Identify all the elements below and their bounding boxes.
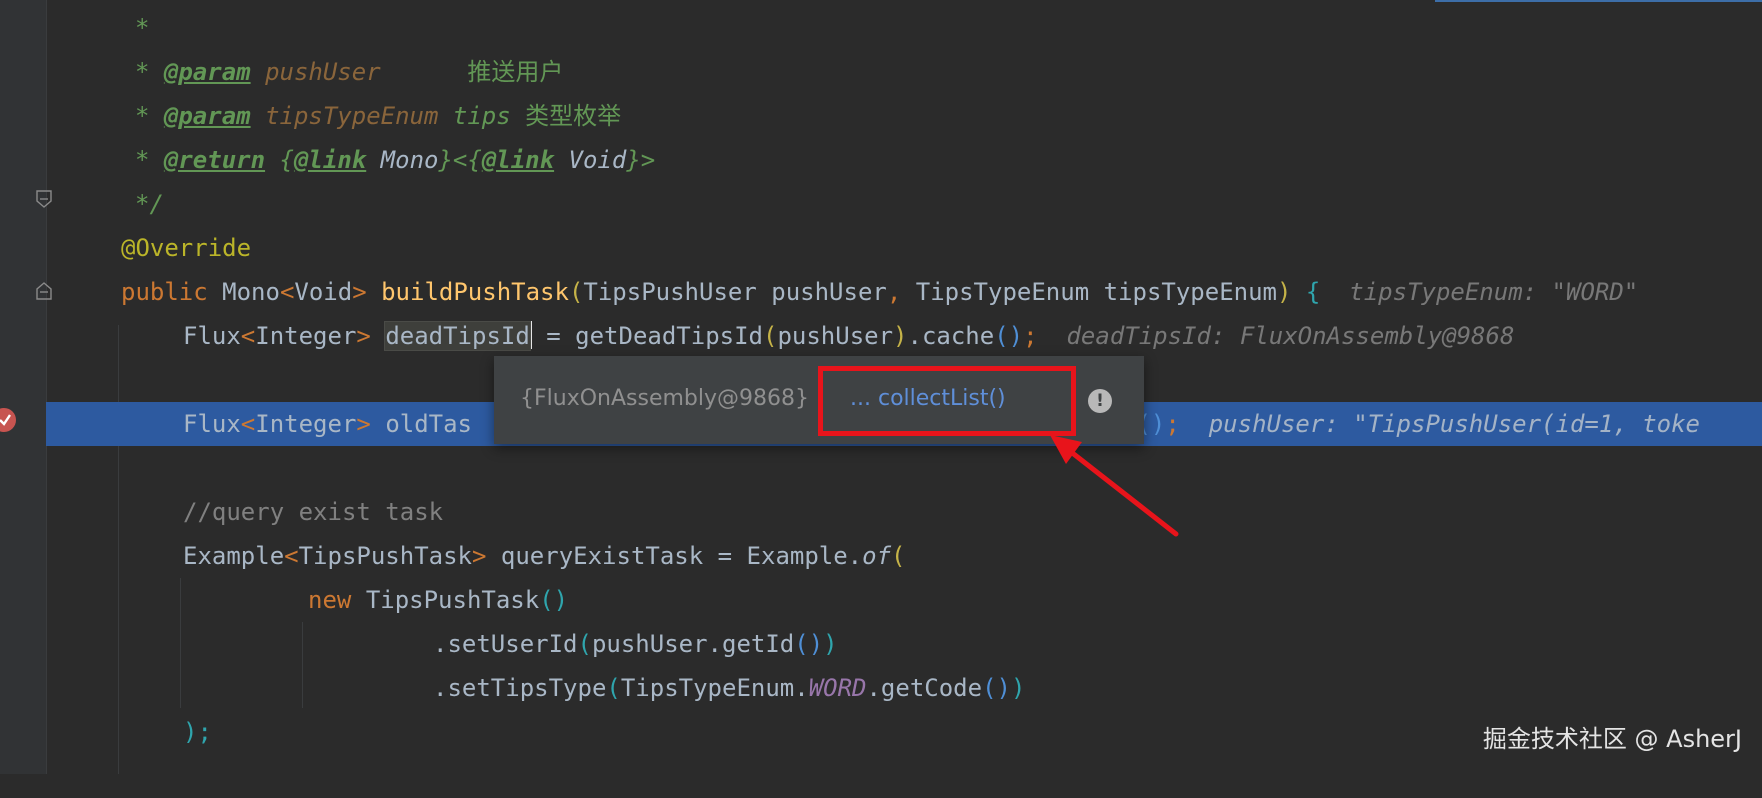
inline-debug-value: deadTipsId: FluxOnAssembly@9868 [1066,322,1515,350]
keyword-new: new [308,586,352,614]
type-name: Integer [255,322,357,350]
paren: () [539,586,569,614]
info-icon[interactable]: ! [1088,389,1112,413]
variable-under-cursor[interactable]: deadTipsId [384,321,531,351]
top-accent-bar [1435,0,1762,2]
method-call: .getCode [866,674,983,702]
static-method: of [862,542,892,570]
paren: ( [568,278,584,306]
closing-paren: ); [183,718,212,746]
type-name: Example [183,542,285,570]
method-call: .setTipsType [433,674,607,702]
javadoc-star: * [135,146,164,174]
type-name: Flux [183,410,241,438]
javadoc-star: * [135,58,164,86]
type-name: TipsTypeEnum [915,278,1090,306]
javadoc-description: tips [452,102,511,130]
variable-name: oldTas [385,410,473,438]
generic-bracket: > [356,410,371,438]
type-name: TipsPushUser [583,278,757,306]
assignment-expression: queryExistTask = Example. [486,542,863,570]
generic-bracket: < [240,322,256,350]
code-line[interactable]: * @param tipsTypeEnum tips 类型枚举 [46,94,1762,138]
type-name: Integer [255,410,357,438]
type-name: Mono [222,278,280,306]
code-line[interactable]: new TipsPushTask() [46,578,1762,622]
paren: () [982,674,1011,702]
enum-type: TipsTypeEnum. [620,674,809,702]
generic-bracket: > [352,278,367,306]
param-name: tipsTypeEnum [1103,278,1277,306]
generic-bracket: < [240,410,256,438]
brace: { [1305,278,1321,306]
code-line[interactable]: Example<TipsPushTask> queryExistTask = E… [46,534,1762,578]
paren: ) [1276,278,1292,306]
generic-bracket: < [279,278,295,306]
code-line[interactable]: @Override [46,226,1762,270]
javadoc-description: 类型枚举 [525,102,622,130]
watermark: 掘金技术社区 @ AsherJ [1482,725,1742,753]
generic-bracket: > [356,322,371,350]
line-comment: //query exist task [183,498,444,526]
javadoc-brace: { [279,146,294,174]
paren: ) [1010,674,1026,702]
annotation-arrow [1050,435,1179,537]
type-name: Void [294,278,353,306]
paren: ( [577,630,592,658]
javadoc-end: */ [135,190,164,218]
semicolon: ; [1023,322,1038,350]
javadoc-link-tag[interactable]: @link [482,146,554,174]
enum-constant: WORD [808,674,867,702]
javadoc-tag: @param [163,102,251,130]
generic-bracket: < [284,542,299,570]
annotation-highlight-box [818,366,1076,436]
type-name: TipsPushTask [298,542,472,570]
code-line[interactable]: Flux<Integer> deadTipsId = getDeadTipsId… [46,314,1762,358]
javadoc-star: * [135,14,150,42]
javadoc-brace: }<{ [438,146,482,174]
override-annotation: @Override [121,234,252,262]
argument: pushUser.getId [591,630,795,658]
paren: () [794,630,824,658]
code-line[interactable]: .setTipsType(TipsTypeEnum.WORD.getCode()… [46,666,1762,710]
code-line[interactable]: * [46,6,1762,50]
javadoc-description: 推送用户 [467,58,564,86]
javadoc-tag: @return [163,146,266,174]
method-call: .cache [907,322,995,350]
code-line[interactable]: */ [46,182,1762,226]
paren: ) [893,322,908,350]
inline-debug-value: pushUser: "TipsPushUser(id=1, toke [1208,410,1700,438]
javadoc-type-ref[interactable]: Mono [381,146,439,174]
param-name: pushUser [771,278,887,306]
javadoc-param-name: pushUser [265,58,381,86]
inline-debug-value: tipsTypeEnum: "WORD" [1349,278,1639,306]
paren: () [994,322,1024,350]
paren: ( [891,542,906,570]
editor-gutter[interactable] [0,0,47,774]
code-line[interactable]: public Mono<Void> buildPushTask(TipsPush… [46,270,1762,314]
type-name: Flux [183,322,241,350]
comma: , [886,278,902,306]
javadoc-tag: @param [163,58,251,86]
keyword-public: public [121,278,208,306]
type-name: TipsPushTask [365,586,540,614]
paren: ( [763,322,778,350]
javadoc-type-ref[interactable]: Void [569,146,627,174]
generic-bracket: > [472,542,487,570]
code-line[interactable]: .setUserId(pushUser.getId()) [46,622,1762,666]
javadoc-link-tag[interactable]: @link [294,146,366,174]
javadoc-param-name: tipsTypeEnum [265,102,439,130]
paren: ) [823,630,838,658]
paren: ( [606,674,621,702]
javadoc-brace: }> [626,146,656,174]
method-name: buildPushTask [381,278,569,306]
argument: pushUser [777,322,894,350]
code-line[interactable]: //query exist task [46,490,1762,534]
code-line[interactable]: * @return {@link Mono}<{@link Void}> [46,138,1762,182]
popup-object-value: {FluxOnAssembly@9868} [520,386,810,411]
javadoc-star: * [135,102,164,130]
assignment-expression: = getDeadTipsId [531,322,763,350]
code-line[interactable]: * @param pushUser 推送用户 [46,50,1762,94]
method-call: .setUserId [433,630,578,658]
